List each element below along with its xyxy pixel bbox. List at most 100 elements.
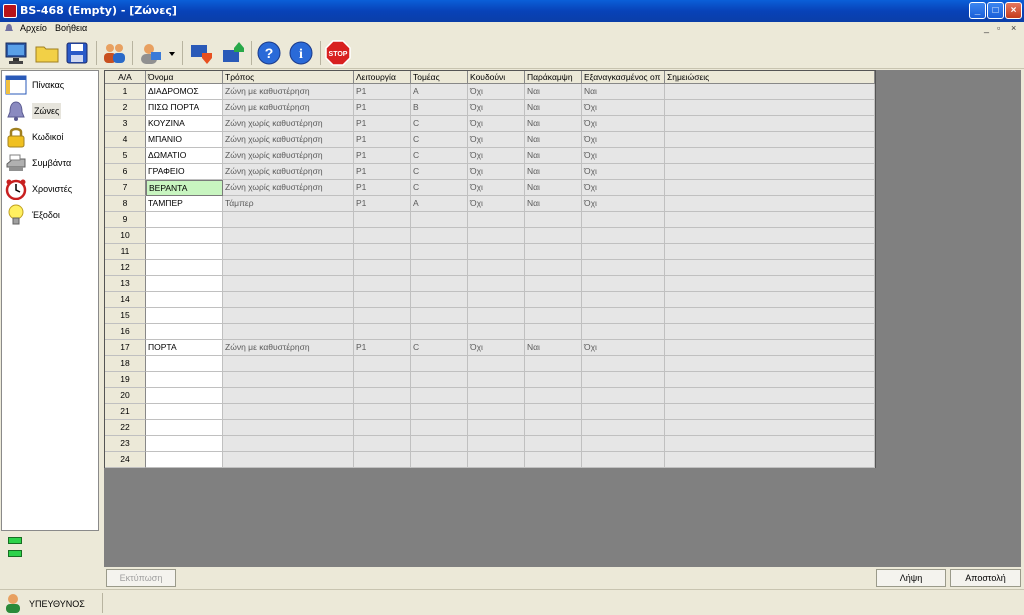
col-bypass-cell[interactable] xyxy=(525,276,582,292)
col-bypass-cell[interactable]: Ναι xyxy=(525,196,582,212)
header-col-function[interactable]: Λειτουργία xyxy=(354,71,411,84)
col-chime-cell[interactable]: Όχι xyxy=(468,148,525,164)
table-row[interactable]: 10 xyxy=(105,228,875,244)
col-function-cell[interactable]: P1 xyxy=(354,132,411,148)
col-bypass-cell[interactable]: Ναι xyxy=(525,132,582,148)
table-row[interactable]: 8 ΤΑΜΠΕΡ Τάμπερ P1 A Όχι Ναι Όχι xyxy=(105,196,875,212)
col-name-cell[interactable] xyxy=(146,356,223,372)
col-name-cell[interactable]: ΠΟΡΤΑ xyxy=(146,340,223,356)
table-row[interactable]: 5 ΔΩΜΑΤΙΟ Ζώνη χωρίς καθυστέρηση P1 C Όχι Ναι Ό… xyxy=(105,148,875,164)
users-icon[interactable] xyxy=(101,40,127,66)
col-function-cell[interactable] xyxy=(354,276,411,292)
col-partition-cell[interactable]: C xyxy=(411,132,468,148)
col-name-cell[interactable] xyxy=(146,244,223,260)
col-name-cell[interactable]: ΓΡΑΦΕΙΟ xyxy=(146,164,223,180)
table-row[interactable]: 18 xyxy=(105,356,875,372)
col-notes-cell[interactable] xyxy=(665,436,875,452)
menu-help[interactable]: Βοήθεια xyxy=(55,23,87,33)
table-row[interactable]: 19 xyxy=(105,372,875,388)
header-col-name[interactable]: Όνομα xyxy=(146,71,223,84)
col-notes-cell[interactable] xyxy=(665,356,875,372)
col-partition-cell[interactable]: C xyxy=(411,148,468,164)
col-name-cell[interactable] xyxy=(146,452,223,468)
col-chime-cell[interactable]: Όχι xyxy=(468,100,525,116)
col-forced-cell[interactable]: Όχι xyxy=(582,340,665,356)
sidebar-item-panel[interactable]: Πίνακας xyxy=(2,72,98,98)
col-bypass-cell[interactable] xyxy=(525,356,582,372)
col-partition-cell[interactable] xyxy=(411,276,468,292)
col-partition-cell[interactable] xyxy=(411,292,468,308)
col-forced-cell[interactable] xyxy=(582,388,665,404)
user-dropdown-icon[interactable] xyxy=(137,40,177,66)
table-row[interactable]: 7 ΒΕΡΑΝΤΑ Ζώνη χωρίς καθυστέρηση P1 C Όχι Ναι Ό… xyxy=(105,180,875,196)
col-forced-cell[interactable] xyxy=(582,292,665,308)
col-chime-cell[interactable] xyxy=(468,324,525,340)
col-function-cell[interactable]: P1 xyxy=(354,180,411,196)
col-function-cell[interactable] xyxy=(354,324,411,340)
col-partition-cell[interactable]: B xyxy=(411,100,468,116)
col-forced-cell[interactable] xyxy=(582,324,665,340)
col-partition-cell[interactable] xyxy=(411,372,468,388)
col-chime-cell[interactable] xyxy=(468,404,525,420)
upload-icon[interactable] xyxy=(220,40,246,66)
col-forced-cell[interactable]: Όχι xyxy=(582,196,665,212)
col-notes-cell[interactable] xyxy=(665,372,875,388)
col-function-cell[interactable]: P1 xyxy=(354,340,411,356)
table-row[interactable]: 12 xyxy=(105,260,875,276)
col-name-cell[interactable] xyxy=(146,292,223,308)
col-bypass-cell[interactable] xyxy=(525,212,582,228)
col-name-cell[interactable] xyxy=(146,276,223,292)
mdi-restore-button[interactable]: ▫ xyxy=(997,23,1000,33)
col-name-cell[interactable] xyxy=(146,436,223,452)
header-col-forced[interactable]: Εξαναγκασμένος οπ xyxy=(582,71,665,84)
col-mode-cell[interactable]: Ζώνη με καθυστέρηση xyxy=(223,100,354,116)
col-function-cell[interactable] xyxy=(354,260,411,276)
col-name-cell[interactable]: ΜΠΑΝΙΟ xyxy=(146,132,223,148)
col-bypass-cell[interactable]: Ναι xyxy=(525,148,582,164)
col-name-cell[interactable] xyxy=(146,372,223,388)
col-function-cell[interactable] xyxy=(354,388,411,404)
col-forced-cell[interactable]: Ναι xyxy=(582,84,665,100)
table-row[interactable]: 6 ΓΡΑΦΕΙΟ Ζώνη χωρίς καθυστέρηση P1 C Όχι Ναι Ό… xyxy=(105,164,875,180)
col-chime-cell[interactable] xyxy=(468,212,525,228)
col-chime-cell[interactable] xyxy=(468,228,525,244)
col-chime-cell[interactable]: Όχι xyxy=(468,180,525,196)
col-notes-cell[interactable] xyxy=(665,196,875,212)
col-forced-cell[interactable] xyxy=(582,356,665,372)
col-function-cell[interactable] xyxy=(354,308,411,324)
col-partition-cell[interactable] xyxy=(411,324,468,340)
col-mode-cell[interactable] xyxy=(223,372,354,388)
header-col-mode[interactable]: Τρόπος xyxy=(223,71,354,84)
header-col-chime[interactable]: Κουδούνι xyxy=(468,71,525,84)
col-forced-cell[interactable] xyxy=(582,452,665,468)
col-mode-cell[interactable] xyxy=(223,324,354,340)
table-row[interactable]: 21 xyxy=(105,404,875,420)
col-bypass-cell[interactable] xyxy=(525,292,582,308)
col-name-cell[interactable] xyxy=(146,308,223,324)
col-notes-cell[interactable] xyxy=(665,276,875,292)
col-mode-cell[interactable] xyxy=(223,244,354,260)
col-bypass-cell[interactable]: Ναι xyxy=(525,180,582,196)
col-name-cell[interactable] xyxy=(146,212,223,228)
col-partition-cell[interactable]: A xyxy=(411,84,468,100)
col-partition-cell[interactable] xyxy=(411,260,468,276)
table-row[interactable]: 22 xyxy=(105,420,875,436)
col-name-cell[interactable] xyxy=(146,228,223,244)
col-partition-cell[interactable] xyxy=(411,244,468,260)
col-notes-cell[interactable] xyxy=(665,308,875,324)
col-forced-cell[interactable] xyxy=(582,372,665,388)
col-partition-cell[interactable]: A xyxy=(411,196,468,212)
col-mode-cell[interactable]: Ζώνη με καθυστέρηση xyxy=(223,340,354,356)
col-chime-cell[interactable]: Όχι xyxy=(468,84,525,100)
col-partition-cell[interactable] xyxy=(411,228,468,244)
col-notes-cell[interactable] xyxy=(665,324,875,340)
col-function-cell[interactable] xyxy=(354,292,411,308)
col-function-cell[interactable]: P1 xyxy=(354,164,411,180)
col-forced-cell[interactable] xyxy=(582,276,665,292)
col-partition-cell[interactable] xyxy=(411,420,468,436)
col-mode-cell[interactable] xyxy=(223,308,354,324)
col-forced-cell[interactable] xyxy=(582,260,665,276)
col-name-cell[interactable]: ΠΙΣΩ ΠΟΡΤΑ xyxy=(146,100,223,116)
col-function-cell[interactable] xyxy=(354,404,411,420)
col-notes-cell[interactable] xyxy=(665,452,875,468)
